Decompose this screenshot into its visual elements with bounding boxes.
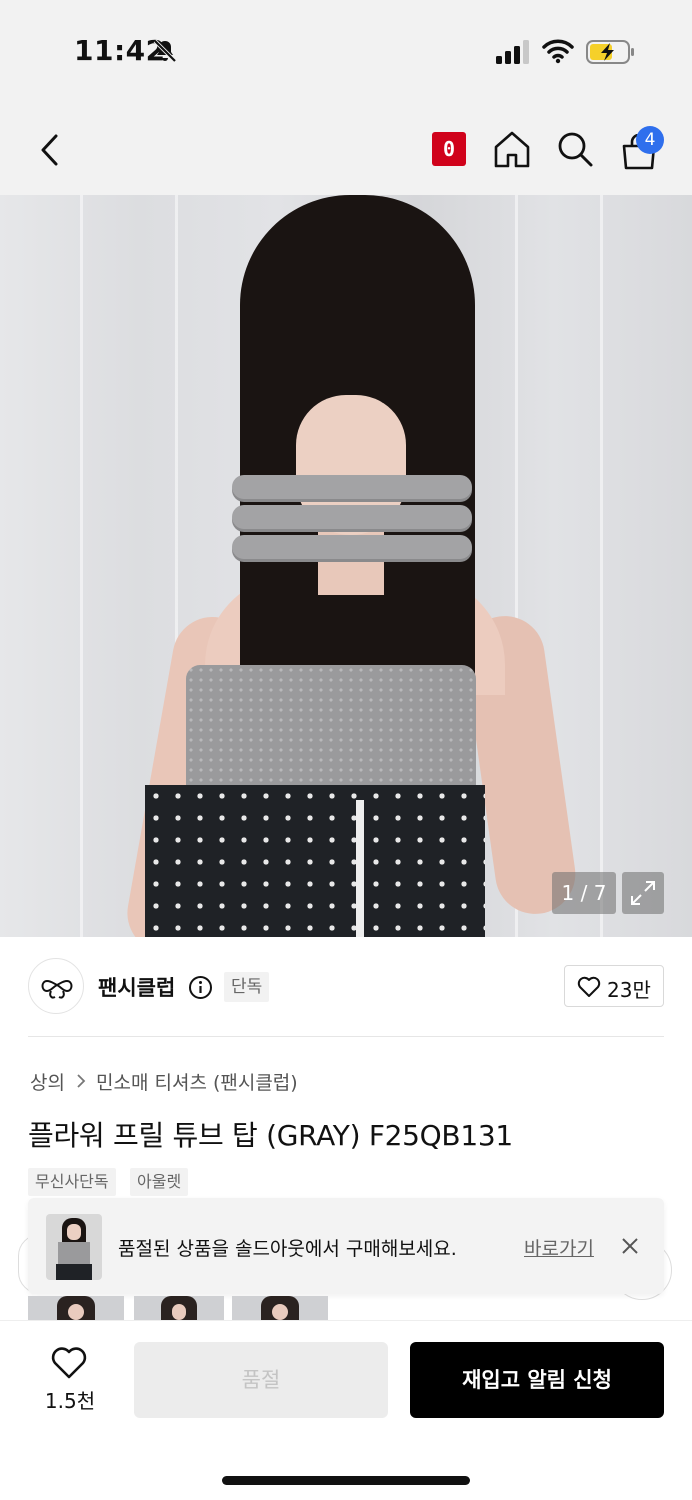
brand-like-button[interactable]: 23만 xyxy=(564,965,664,1007)
search-icon[interactable] xyxy=(556,130,594,168)
bell-muted-icon xyxy=(153,39,177,63)
chevron-right-icon xyxy=(77,1074,86,1088)
brand-logo[interactable] xyxy=(28,958,84,1014)
heart-icon[interactable] xyxy=(50,1346,88,1380)
gallery-thumbnail[interactable] xyxy=(134,1296,224,1320)
product-tag: 아울렛 xyxy=(130,1168,189,1196)
section-divider xyxy=(28,1036,664,1037)
wall-panel-line xyxy=(80,195,83,937)
wifi-icon xyxy=(542,39,574,64)
product-image[interactable] xyxy=(0,195,692,937)
back-arrow-icon[interactable] xyxy=(36,132,64,168)
expand-icon xyxy=(631,881,655,905)
polka-dot-jeans xyxy=(145,785,485,937)
brand-like-count: 23만 xyxy=(607,978,651,1002)
brand-logo-mark-icon xyxy=(41,979,73,999)
frill-row xyxy=(232,535,472,559)
product-tag: 무신사단독 xyxy=(28,1168,116,1196)
wish-count: 1.5천 xyxy=(44,1389,96,1413)
home-icon[interactable] xyxy=(492,129,532,169)
info-icon[interactable] xyxy=(188,975,213,1000)
exclusive-badge: 단독 xyxy=(224,972,270,1002)
cart-count-badge: 4 xyxy=(636,126,664,154)
wall-panel-line xyxy=(600,195,603,937)
home-indicator xyxy=(222,1476,470,1485)
soldout-toast: 품절된 상품을 솔드아웃에서 구매해보세요. 바로가기 xyxy=(28,1198,664,1294)
toast-go-link[interactable]: 바로가기 xyxy=(524,1234,594,1261)
point-badge[interactable]: 0 xyxy=(432,132,466,166)
battery-charging-icon xyxy=(586,40,634,64)
toast-product-thumbnail xyxy=(46,1214,102,1280)
breadcrumb-subcategory[interactable]: 민소매 티셔츠 (팬시클럽) xyxy=(96,1068,298,1095)
soldout-button[interactable]: 품절 xyxy=(134,1342,388,1418)
cellular-signal-icon xyxy=(496,40,529,64)
jeans-drawstring xyxy=(356,800,364,937)
heart-icon xyxy=(577,976,601,997)
gallery-thumbnail[interactable] xyxy=(28,1296,124,1320)
brand-name[interactable]: 팬시클럽 xyxy=(98,972,175,1002)
expand-button[interactable] xyxy=(622,872,664,914)
gallery-thumbnail[interactable] xyxy=(232,1296,328,1320)
toast-message: 품절된 상품을 솔드아웃에서 구매해보세요. xyxy=(118,1238,457,1260)
product-title: 플라워 프릴 튜브 탑 (GRAY) F25QB131 xyxy=(28,1119,513,1152)
close-icon[interactable] xyxy=(620,1236,640,1256)
breadcrumb-category[interactable]: 상의 xyxy=(30,1068,65,1095)
image-counter: 1 / 7 xyxy=(552,872,616,914)
frill-row xyxy=(232,475,472,499)
frill-row xyxy=(232,505,472,529)
restock-alert-button[interactable]: 재입고 알림 신청 xyxy=(410,1342,664,1418)
